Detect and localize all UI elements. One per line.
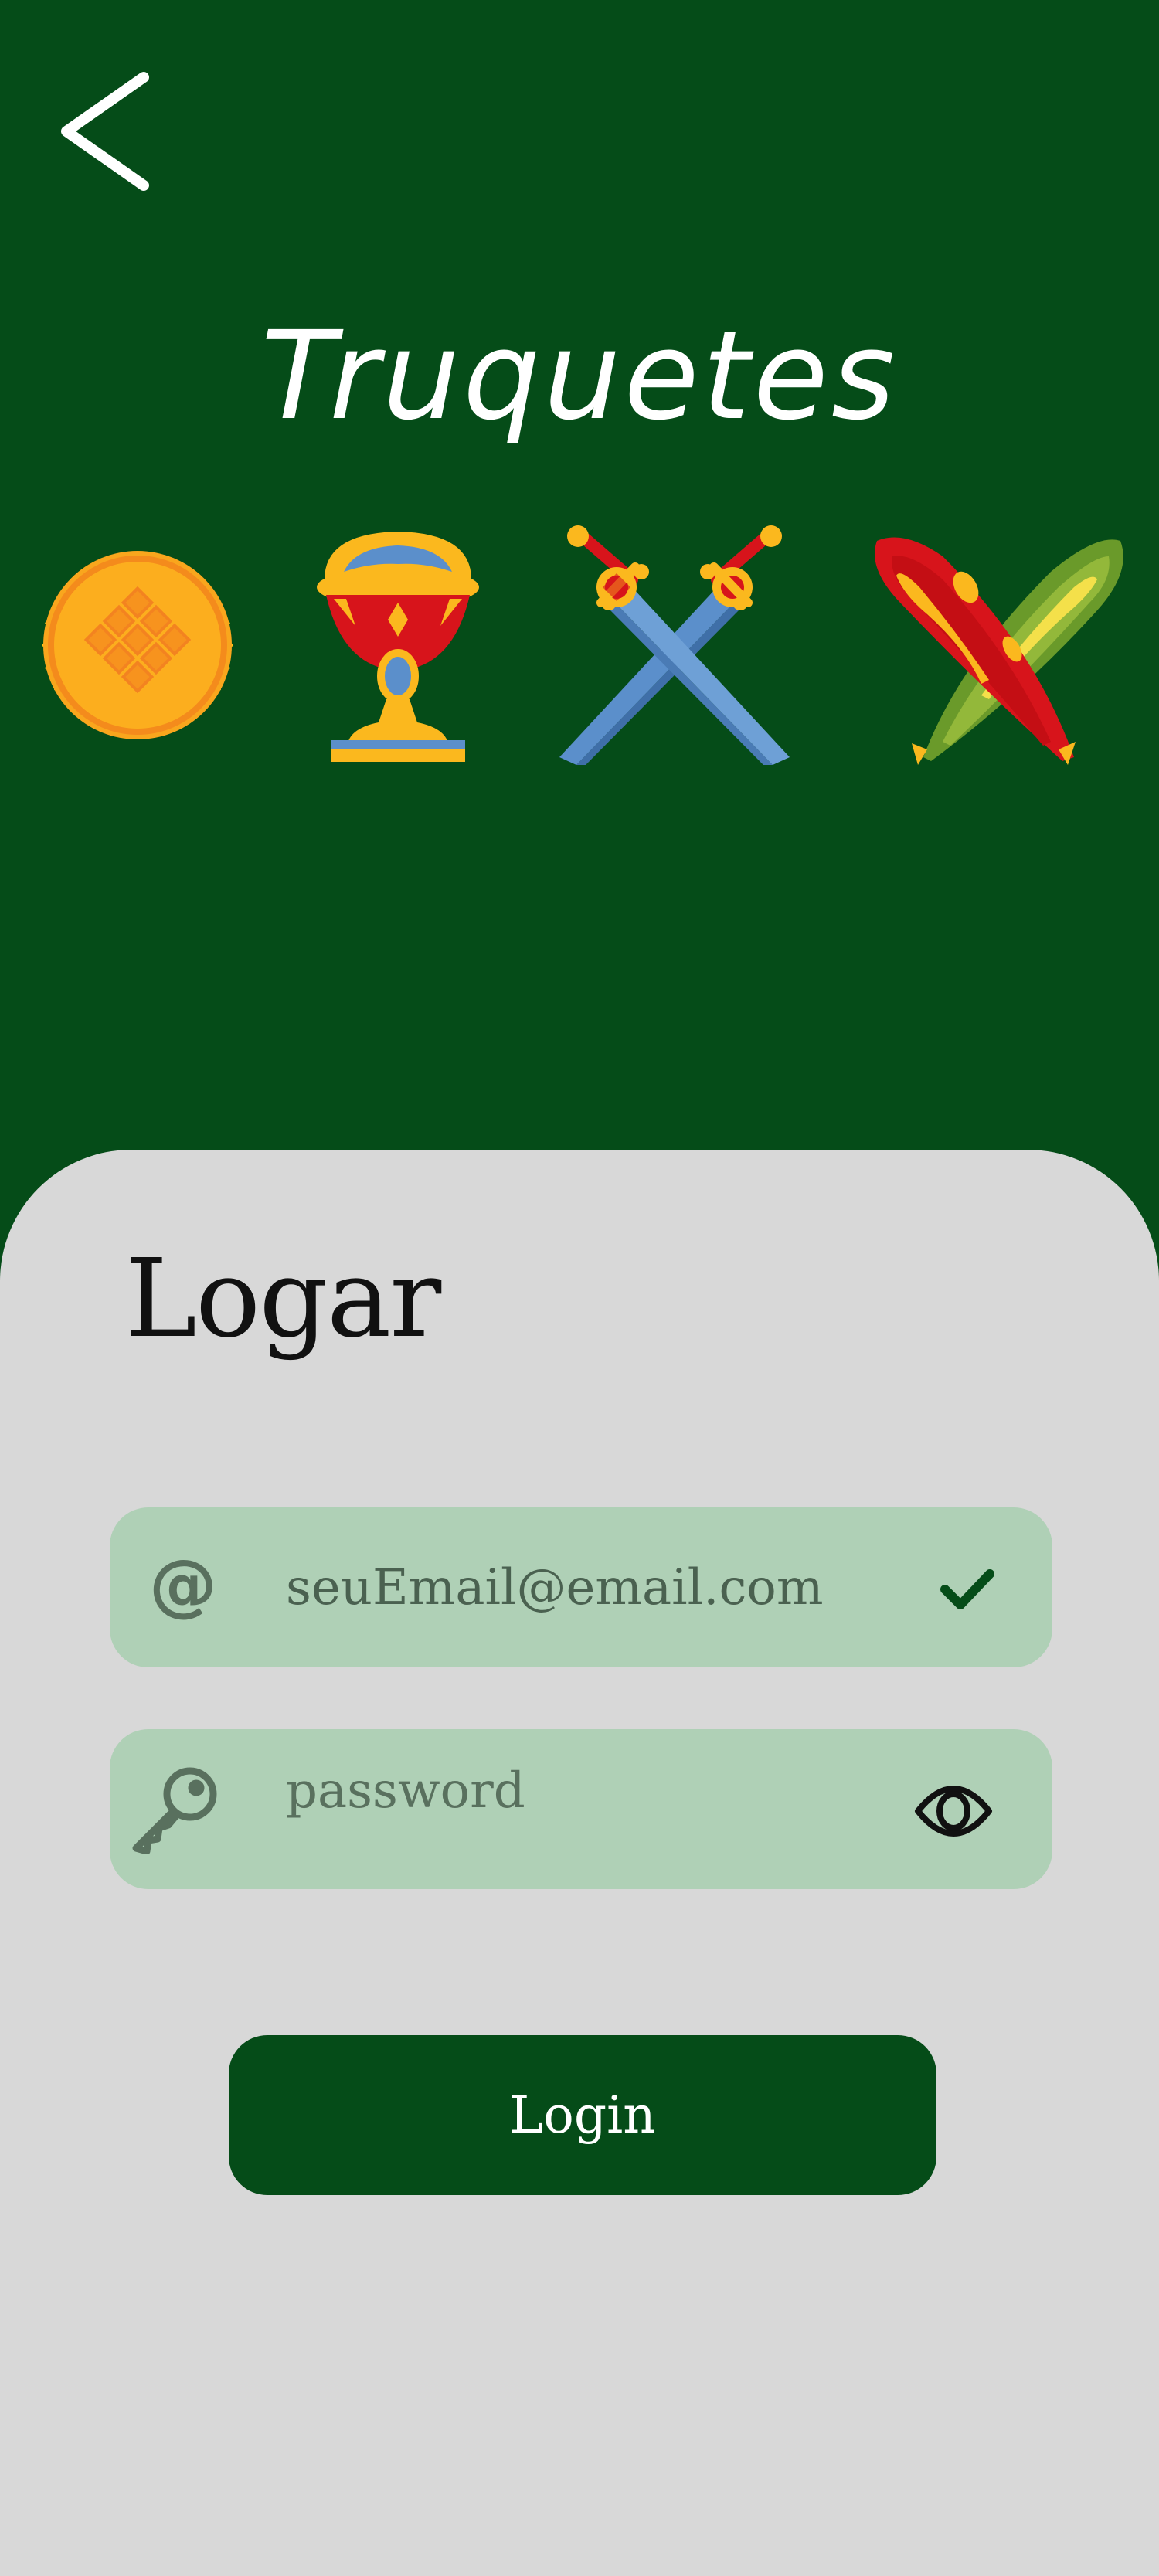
login-button[interactable]: Login	[229, 2035, 936, 2195]
app-title: Truquetes	[260, 305, 899, 447]
form-title: Logar	[125, 1236, 441, 1362]
check-icon	[940, 1569, 994, 1609]
swords-icon	[559, 525, 790, 765]
svg-text:@: @	[149, 1554, 217, 1623]
at-sign-icon: @	[149, 1554, 217, 1623]
cups-icon	[317, 532, 479, 762]
clubs-icon	[874, 537, 1123, 765]
chevron-left-icon	[61, 72, 149, 191]
eye-icon[interactable]	[913, 1772, 994, 1850]
email-input[interactable]	[286, 1507, 873, 1667]
header: Truquetes	[0, 0, 1159, 1221]
coins-icon	[42, 551, 233, 739]
password-input[interactable]	[286, 1729, 873, 1853]
email-field[interactable]: @	[110, 1507, 1052, 1667]
password-field[interactable]	[110, 1729, 1052, 1889]
key-icon	[132, 1767, 217, 1854]
back-button[interactable]	[54, 70, 155, 193]
